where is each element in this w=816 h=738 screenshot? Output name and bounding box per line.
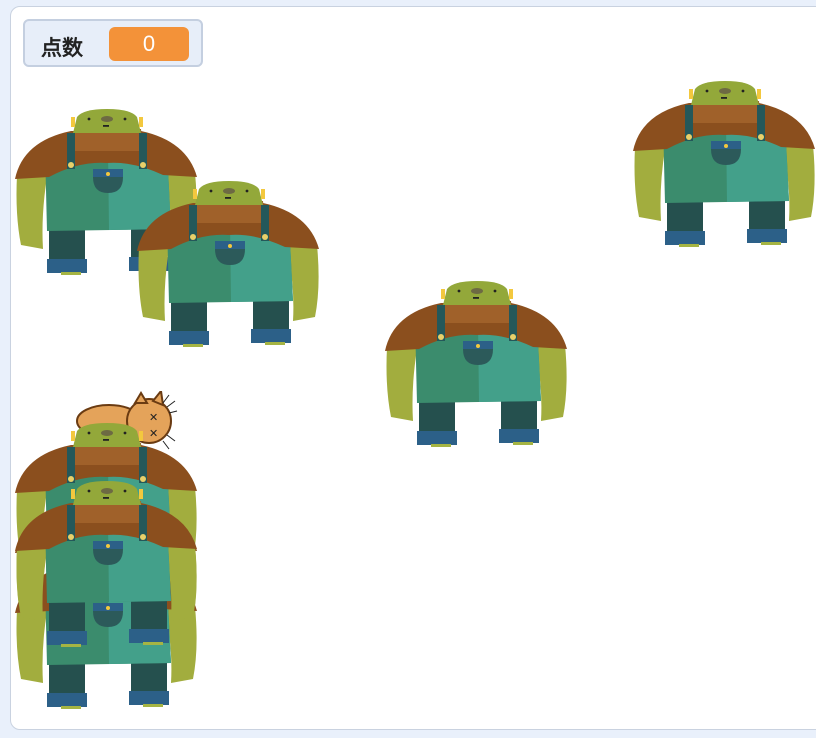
ogre-sprite[interactable] (631, 77, 816, 249)
ogre-icon (137, 181, 319, 347)
ogre-sprite[interactable] (13, 477, 199, 649)
score-monitor: 点数 0 (23, 19, 203, 67)
ogre-icon (15, 481, 197, 647)
score-label: 点数 (41, 37, 83, 60)
game-stage[interactable]: 点数 0 ✕ ✕ (10, 6, 816, 730)
ogre-sprite[interactable] (135, 177, 321, 349)
ogre-icon (633, 81, 815, 247)
ogre-sprite[interactable] (383, 277, 569, 449)
score-value: 0 (109, 27, 189, 61)
ogre-icon (385, 281, 567, 447)
